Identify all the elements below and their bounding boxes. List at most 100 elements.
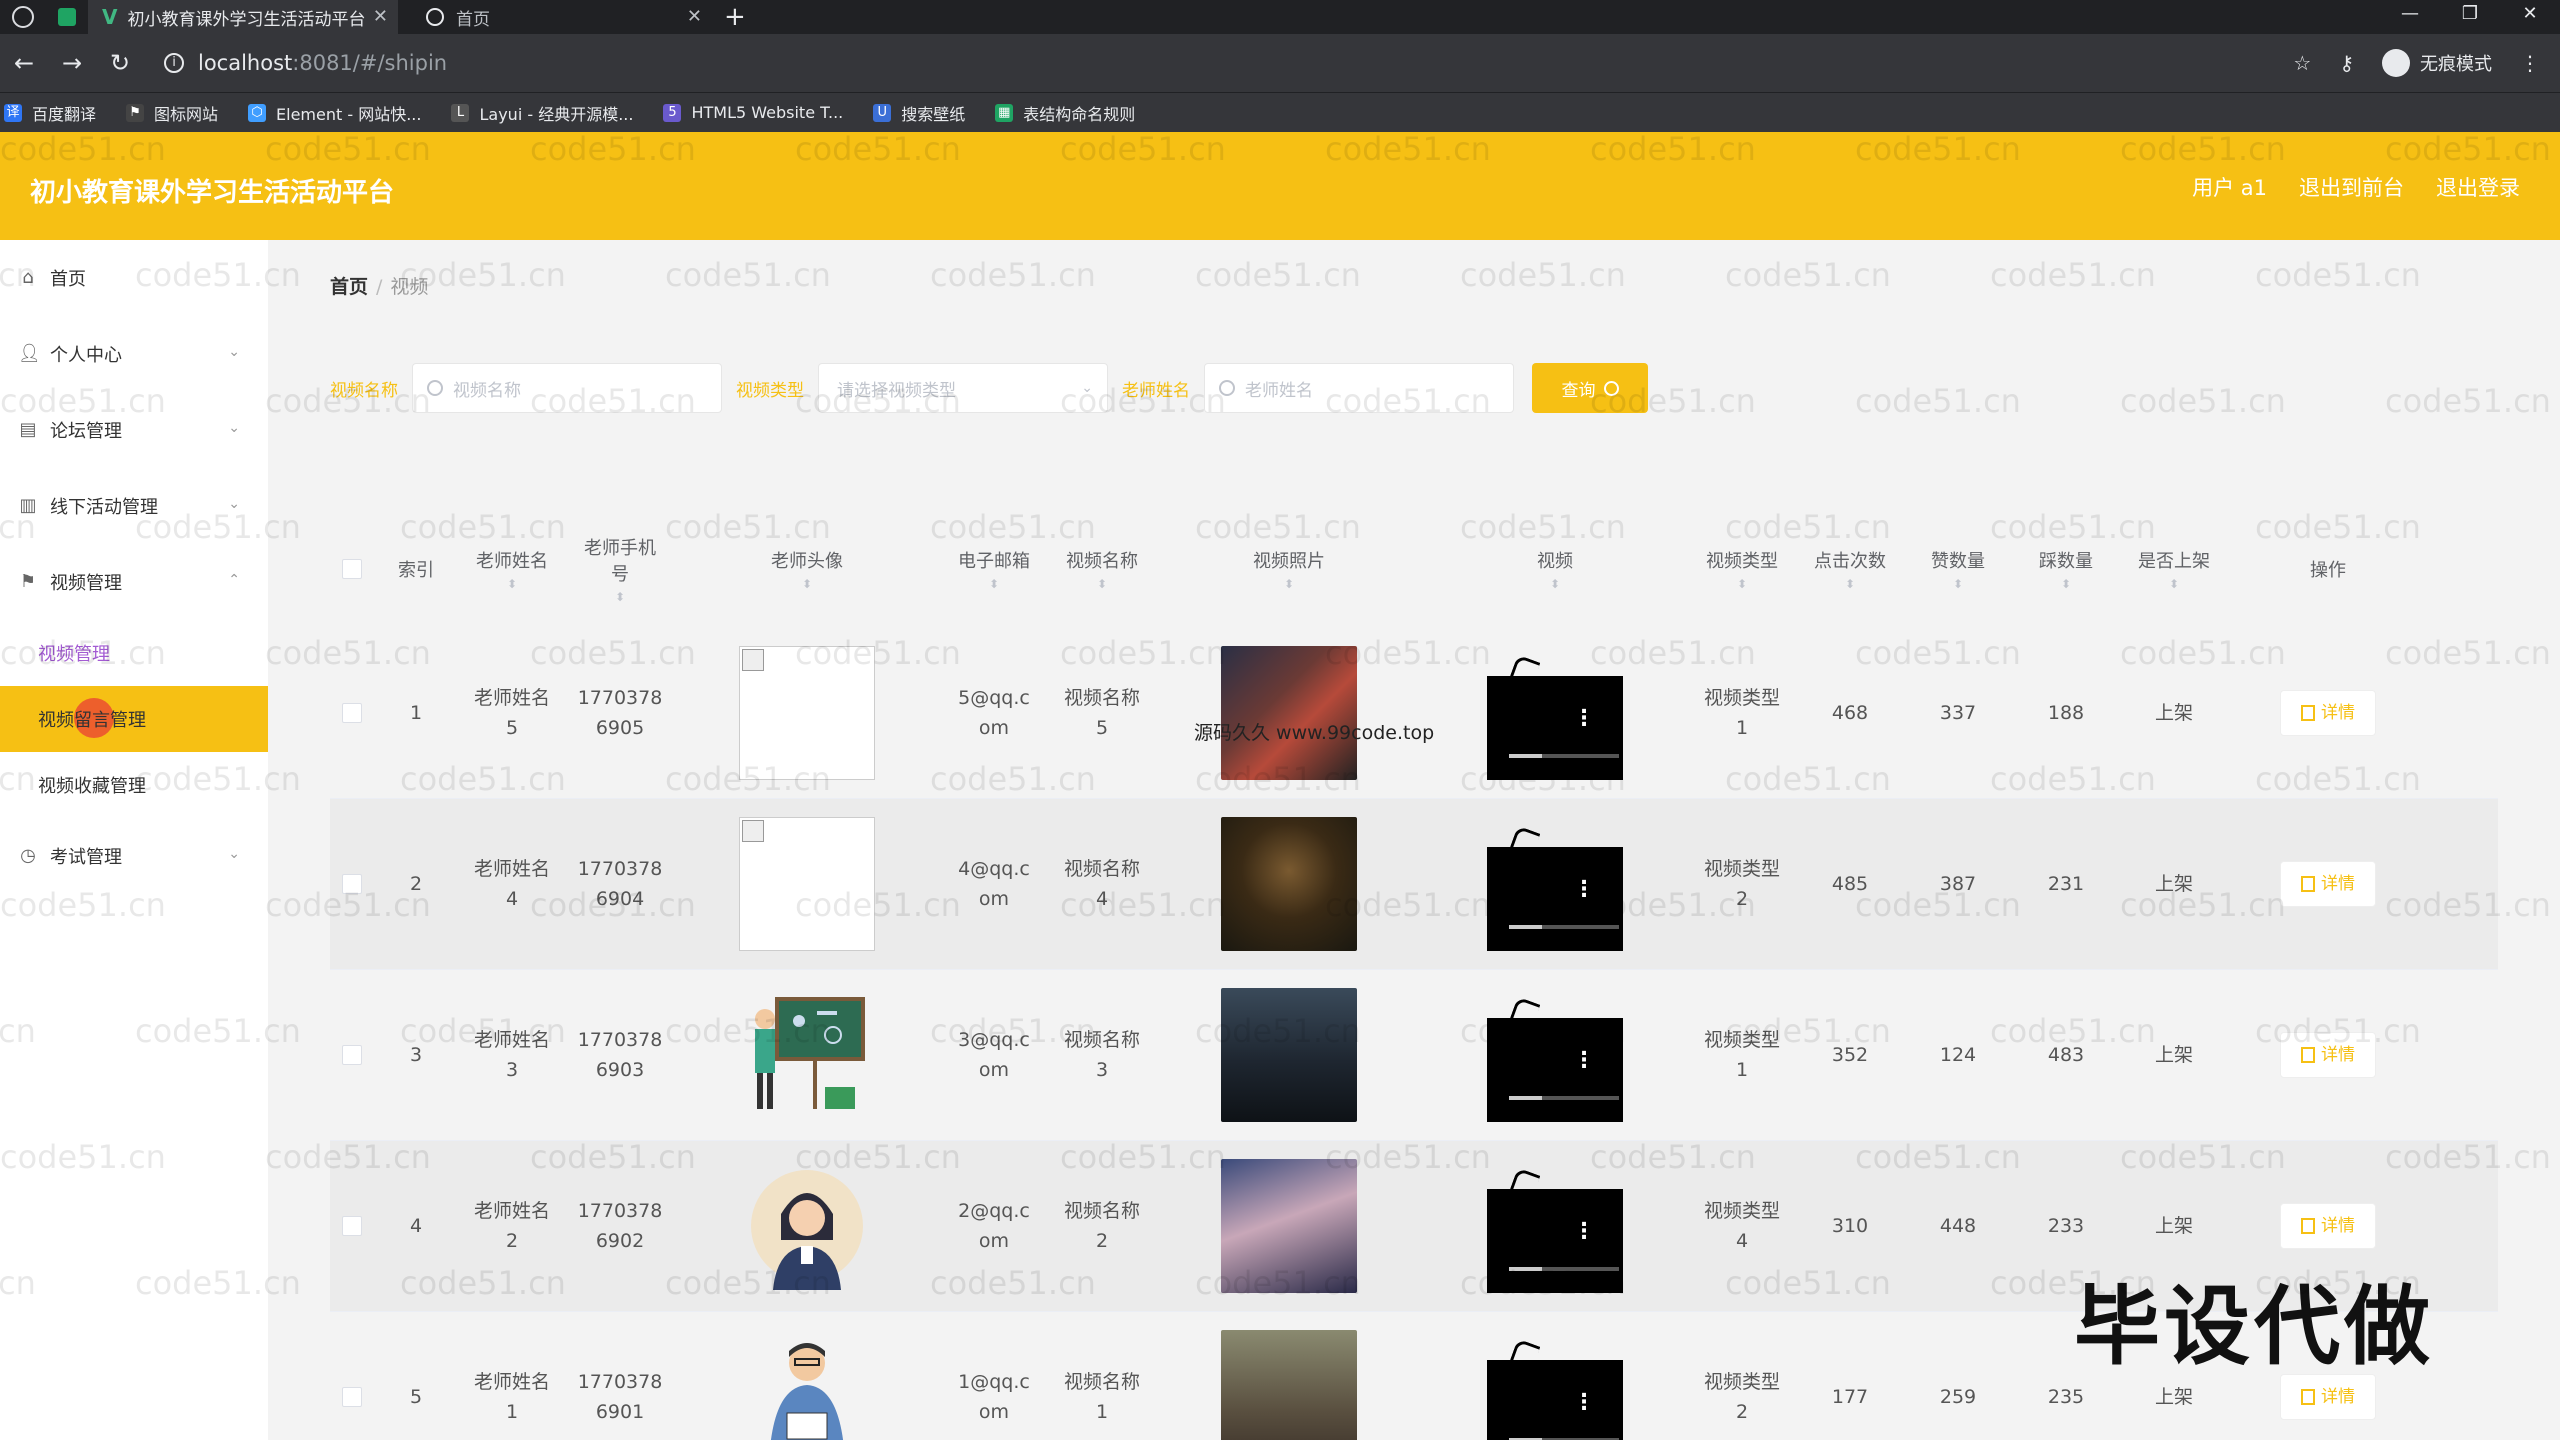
table-row: 3 老师姓名 3 1770378 6903 3@qq.c om 视频名称 3 ⋮ 视频类型 1 352 1… xyxy=(330,970,2498,1141)
col-on-shelf[interactable]: 是否上架 ⬍ xyxy=(2120,510,2228,628)
sidebar-item-forum[interactable]: ▤ 论坛管理 ⌄ xyxy=(0,392,268,468)
bookmark-item[interactable]: ⚑ 图标网站 xyxy=(126,101,218,125)
col-dislikes[interactable]: 踩数量 ⬍ xyxy=(2012,510,2120,628)
sort-icon[interactable]: ⬍ xyxy=(1845,577,1855,591)
video-player[interactable]: ⋮ xyxy=(1487,825,1623,951)
row-checkbox[interactable] xyxy=(342,1216,362,1236)
detail-button[interactable]: 详情 xyxy=(2280,690,2376,736)
cell-video-name: 视频名称 xyxy=(1063,687,1140,709)
video-player[interactable]: ⋮ xyxy=(1487,996,1623,1122)
sort-icon[interactable]: ⬍ xyxy=(989,577,999,591)
cell-teacher-phone-suffix: 6903 xyxy=(595,1059,645,1081)
video-name-input[interactable]: 视频名称 xyxy=(412,363,722,413)
tab-close-icon[interactable]: ✕ xyxy=(373,6,388,27)
sidebar-sub-video-comment[interactable]: 视频留言管理 xyxy=(0,686,268,752)
col-clicks[interactable]: 点击次数 ⬍ xyxy=(1796,510,1904,628)
video-menu-icon[interactable]: ⋮ xyxy=(1573,1217,1595,1247)
table-cell xyxy=(1156,1159,1422,1293)
col-video-photo[interactable]: 视频照片 ⬍ xyxy=(1156,510,1422,628)
video-menu-icon[interactable]: ⋮ xyxy=(1573,704,1595,734)
sheet-icon[interactable] xyxy=(58,8,76,26)
sort-icon[interactable]: ⬍ xyxy=(1953,577,1963,591)
tab-close-icon[interactable]: ✕ xyxy=(687,6,702,27)
bookmark-item[interactable]: 5 HTML5 Website T... xyxy=(663,103,843,122)
sort-icon[interactable]: ⬍ xyxy=(2061,577,2071,591)
detail-button[interactable]: 详情 xyxy=(2280,1203,2376,1249)
row-checkbox[interactable] xyxy=(342,703,362,723)
sidebar-item-label: 个人中心 xyxy=(50,345,122,366)
minimize-icon[interactable]: — xyxy=(2380,0,2440,34)
globe-icon xyxy=(426,8,444,26)
video-player[interactable]: ⋮ xyxy=(1487,1338,1623,1440)
col-teacher-name[interactable]: 老师姓名 ⬍ xyxy=(458,510,566,628)
back-to-front-link[interactable]: 退出到前台 xyxy=(2299,172,2404,202)
video-player[interactable]: ⋮ xyxy=(1487,654,1623,780)
sort-icon[interactable]: ⬍ xyxy=(1097,577,1107,591)
new-tab-icon[interactable]: + xyxy=(724,2,746,32)
video-menu-icon[interactable]: ⋮ xyxy=(1573,1046,1595,1076)
table-cell: 视频类型 1 xyxy=(1688,683,1796,743)
sidebar-item-label: 首页 xyxy=(50,269,86,290)
teacher-name-input[interactable]: 老师姓名 xyxy=(1204,363,1514,413)
sidebar-sub-video-favorite[interactable]: 视频收藏管理 xyxy=(0,752,268,818)
col-email[interactable]: 电子邮箱 ⬍ xyxy=(940,510,1048,628)
sidebar-sub-video-manage[interactable]: 视频管理 xyxy=(0,620,268,686)
select-all-checkbox[interactable] xyxy=(342,559,362,579)
breadcrumb-home[interactable]: 首页 xyxy=(330,276,368,298)
star-icon[interactable]: ☆ xyxy=(2293,51,2311,75)
sort-icon[interactable]: ⬍ xyxy=(1737,577,1747,591)
sidebar-item-offline-activity[interactable]: ▥ 线下活动管理 ⌄ xyxy=(0,468,268,544)
browser-menu-icon[interactable] xyxy=(12,6,34,28)
key-icon[interactable]: ⚷ xyxy=(2339,51,2354,75)
restore-icon[interactable]: ❐ xyxy=(2440,0,2500,34)
incognito-indicator[interactable]: 无痕模式 xyxy=(2382,49,2492,77)
bookmark-item[interactable]: L Layui - 经典开源模... xyxy=(451,101,633,125)
sort-icon[interactable]: ⬍ xyxy=(1550,577,1560,591)
sort-icon[interactable]: ⬍ xyxy=(2169,577,2179,591)
col-video-name[interactable]: 视频名称 ⬍ xyxy=(1048,510,1156,628)
col-video-type[interactable]: 视频类型 ⬍ xyxy=(1688,510,1796,628)
info-icon[interactable]: i xyxy=(164,53,184,73)
bookmark-item[interactable]: ▦ 表结构命名规则 xyxy=(995,101,1135,125)
col-teacher-phone[interactable]: 老师手机号 ⬍ xyxy=(566,510,674,628)
video-menu-icon[interactable]: ⋮ xyxy=(1573,1388,1595,1418)
sort-icon[interactable]: ⬍ xyxy=(615,590,625,604)
more-menu-icon[interactable]: ⋮ xyxy=(2520,51,2540,75)
col-teacher-avatar[interactable]: 老师头像 ⬍ xyxy=(674,510,940,628)
logout-link[interactable]: 退出登录 xyxy=(2436,172,2520,202)
video-progress[interactable] xyxy=(1509,1267,1619,1271)
detail-button[interactable]: 详情 xyxy=(2280,861,2376,907)
tab-active[interactable]: V 初小教育课外学习生活活动平台 ✕ xyxy=(88,0,398,34)
sidebar-item-video[interactable]: ⚑ 视频管理 ⌃ xyxy=(0,544,268,620)
bookmark-item[interactable]: ⬡ Element - 网站快... xyxy=(248,101,421,125)
back-icon[interactable]: ← xyxy=(0,49,48,77)
table-cell: 1@qq.c om xyxy=(940,1367,1048,1427)
tab-inactive[interactable]: 首页 ✕ xyxy=(412,0,712,34)
bookmark-item[interactable]: U 搜索壁纸 xyxy=(873,101,965,125)
sort-icon[interactable]: ⬍ xyxy=(1284,577,1294,591)
row-checkbox[interactable] xyxy=(342,1387,362,1407)
reload-icon[interactable]: ↻ xyxy=(96,49,144,77)
video-progress[interactable] xyxy=(1509,1096,1619,1100)
video-menu-icon[interactable]: ⋮ xyxy=(1573,875,1595,905)
url-field[interactable]: i localhost:8081/#/shipin xyxy=(164,51,2293,75)
bookmark-item[interactable]: 译百度翻译 xyxy=(4,101,96,125)
sort-icon[interactable]: ⬍ xyxy=(802,577,812,591)
col-likes[interactable]: 赞数量 ⬍ xyxy=(1904,510,2012,628)
forward-icon[interactable]: → xyxy=(48,49,96,77)
sidebar-item-exam[interactable]: ◷ 考试管理 ⌄ xyxy=(0,818,268,894)
sidebar-item-home[interactable]: ⌂ 首页 xyxy=(0,240,268,316)
col-video[interactable]: 视频 ⬍ xyxy=(1422,510,1688,628)
detail-button[interactable]: 详情 xyxy=(2280,1032,2376,1078)
sort-icon[interactable]: ⬍ xyxy=(507,577,517,591)
video-type-select[interactable]: 请选择视频类型 ⌄ xyxy=(818,363,1108,413)
close-window-icon[interactable]: ✕ xyxy=(2500,0,2560,34)
video-player[interactable]: ⋮ xyxy=(1487,1167,1623,1293)
video-progress[interactable] xyxy=(1509,754,1619,758)
video-progress[interactable] xyxy=(1509,925,1619,929)
query-button[interactable]: 查询 xyxy=(1532,363,1648,413)
row-checkbox[interactable] xyxy=(342,1045,362,1065)
sidebar-sub-label: 视频管理 xyxy=(38,644,110,665)
sidebar-item-profile[interactable]: 👤︎ 个人中心 ⌄ xyxy=(0,316,268,392)
row-checkbox[interactable] xyxy=(342,874,362,894)
